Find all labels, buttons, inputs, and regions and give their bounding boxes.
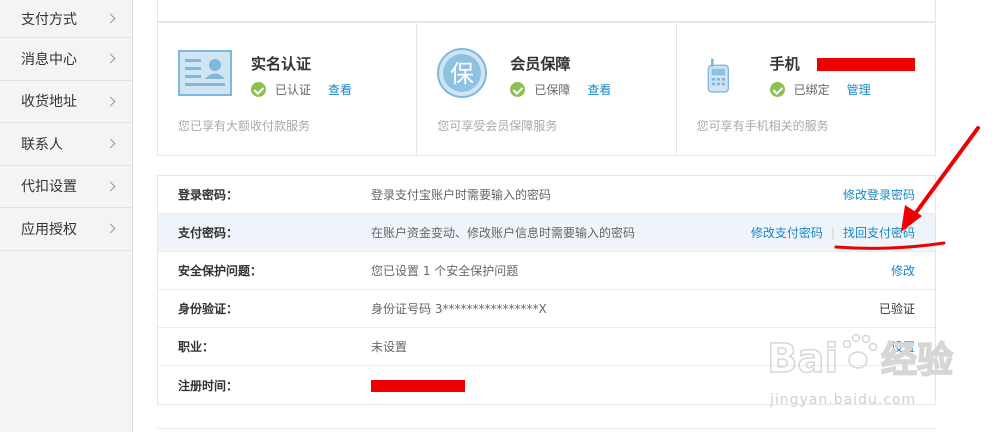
chevron-right-icon <box>105 138 116 149</box>
status-text: 已保障 <box>534 83 571 97</box>
row-actions: 已验证 <box>879 300 915 317</box>
chevron-right-icon <box>105 223 116 234</box>
card-title: 会员保障 <box>510 55 571 73</box>
card-description: 您可享有手机相关的服务 <box>696 119 829 133</box>
row-label: 注册时间： <box>178 378 239 393</box>
separator: | <box>830 225 835 240</box>
table-row: 支付密码： 在账户资金变动、修改账户信息时需要输入的密码 修改支付密码 | 找回… <box>158 214 935 252</box>
sidebar-item-label: 联系人 <box>21 136 63 153</box>
row-value <box>371 378 465 392</box>
view-link[interactable]: 查看 <box>587 81 611 98</box>
row-value: 您已设置 1 个安全保护问题 <box>371 264 519 278</box>
row-label: 身份验证： <box>178 302 239 316</box>
sidebar: 支付方式 消息中心 收货地址 联系人 代扣设置 应用授权 <box>0 0 133 432</box>
change-login-password-link[interactable]: 修改登录密码 <box>843 186 915 203</box>
sidebar-item-label: 支付方式 <box>21 11 77 28</box>
id-card-icon <box>178 50 232 96</box>
table-row: 职业： 未设置 设置 <box>158 328 935 366</box>
check-circle-icon <box>251 82 266 97</box>
view-link[interactable]: 查看 <box>328 81 352 98</box>
card-member-guarantee: 保 会员保障 已保障 查看 您可享受会员保障服务 <box>417 23 677 155</box>
table-row: 注册时间： <box>158 366 935 404</box>
check-circle-icon <box>510 82 526 97</box>
row-actions: 修改支付密码 | 找回支付密码 <box>751 224 915 241</box>
security-cards: 实名认证 已认证 查看 您已享有大额收付款服务 保 会员保障 已保障 查看 您可… <box>157 22 936 156</box>
sidebar-item-payment-methods[interactable]: 支付方式 <box>0 0 132 38</box>
card-status: 已认证 查看 <box>251 81 352 98</box>
card-title: 实名认证 <box>251 55 312 73</box>
redacted-registration-time <box>371 379 465 392</box>
table-row: 身份验证： 身份证号码 3****************X 已验证 <box>158 290 935 328</box>
card-real-name: 实名认证 已认证 查看 您已享有大额收付款服务 <box>158 23 418 155</box>
sidebar-item-contacts[interactable]: 联系人 <box>0 123 132 166</box>
status-text: 已绑定 <box>793 83 830 97</box>
table-row: 登录密码： 登录支付宝账户时需要输入的密码 修改登录密码 <box>158 176 935 214</box>
sidebar-item-auto-debit[interactable]: 代扣设置 <box>0 166 132 208</box>
card-title-text: 手机 <box>769 55 800 73</box>
chevron-right-icon <box>105 181 116 192</box>
sidebar-item-label: 收货地址 <box>21 94 77 111</box>
sidebar-item-shipping-address[interactable]: 收货地址 <box>0 81 132 123</box>
guarantee-char: 保 <box>450 60 474 88</box>
card-status: 已保障 查看 <box>510 81 611 98</box>
sidebar-item-label: 消息中心 <box>21 51 77 68</box>
top-panel-edge <box>157 0 936 22</box>
shield-guarantee-icon: 保 <box>437 48 488 98</box>
chevron-right-icon <box>105 96 116 107</box>
row-value: 身份证号码 3****************X <box>371 302 547 316</box>
modify-link[interactable]: 修改 <box>891 262 915 279</box>
row-actions: 修改登录密码 <box>843 186 915 203</box>
card-mobile: 手机 已绑定 管理 您可享有手机相关的服务 <box>677 23 935 155</box>
manage-link[interactable]: 管理 <box>847 81 871 98</box>
main-content: 实名认证 已认证 查看 您已享有大额收付款服务 保 会员保障 已保障 查看 您可… <box>133 0 1000 432</box>
row-label: 支付密码： <box>178 226 239 240</box>
security-settings-table: 登录密码： 登录支付宝账户时需要输入的密码 修改登录密码 支付密码： 在账户资金… <box>157 175 936 405</box>
status-text: 已认证 <box>275 83 312 97</box>
sidebar-item-label: 代扣设置 <box>21 179 77 196</box>
card-title: 手机 <box>770 53 915 74</box>
sidebar-item-message-center[interactable]: 消息中心 <box>0 38 132 81</box>
row-value: 在账户资金变动、修改账户信息时需要输入的密码 <box>371 226 636 240</box>
chevron-right-icon <box>105 13 116 24</box>
row-actions: 设置 <box>891 338 915 355</box>
row-value: 未设置 <box>371 340 408 354</box>
chevron-right-icon <box>105 53 116 64</box>
mobile-phone-icon <box>707 58 729 93</box>
sidebar-item-label: 应用授权 <box>21 221 77 238</box>
row-label: 登录密码： <box>178 188 239 202</box>
table-row: 安全保护问题： 您已设置 1 个安全保护问题 修改 <box>158 252 935 290</box>
row-label: 职业： <box>178 340 215 354</box>
row-actions: 修改 <box>891 262 915 279</box>
sidebar-item-app-authorization[interactable]: 应用授权 <box>0 208 132 251</box>
row-value: 登录支付宝账户时需要输入的密码 <box>371 188 552 202</box>
card-description: 您可享受会员保障服务 <box>437 119 558 133</box>
verified-status: 已验证 <box>878 302 915 316</box>
redacted-phone <box>816 58 915 71</box>
change-payment-password-link[interactable]: 修改支付密码 <box>751 224 823 241</box>
card-description: 您已享有大额收付款服务 <box>178 119 311 133</box>
bottom-panel-edge <box>157 428 936 432</box>
recover-payment-password-link[interactable]: 找回支付密码 <box>843 224 915 241</box>
check-circle-icon <box>769 82 785 97</box>
card-status: 已绑定 管理 <box>769 81 871 98</box>
set-link[interactable]: 设置 <box>891 338 915 355</box>
row-label: 安全保护问题： <box>178 264 263 278</box>
